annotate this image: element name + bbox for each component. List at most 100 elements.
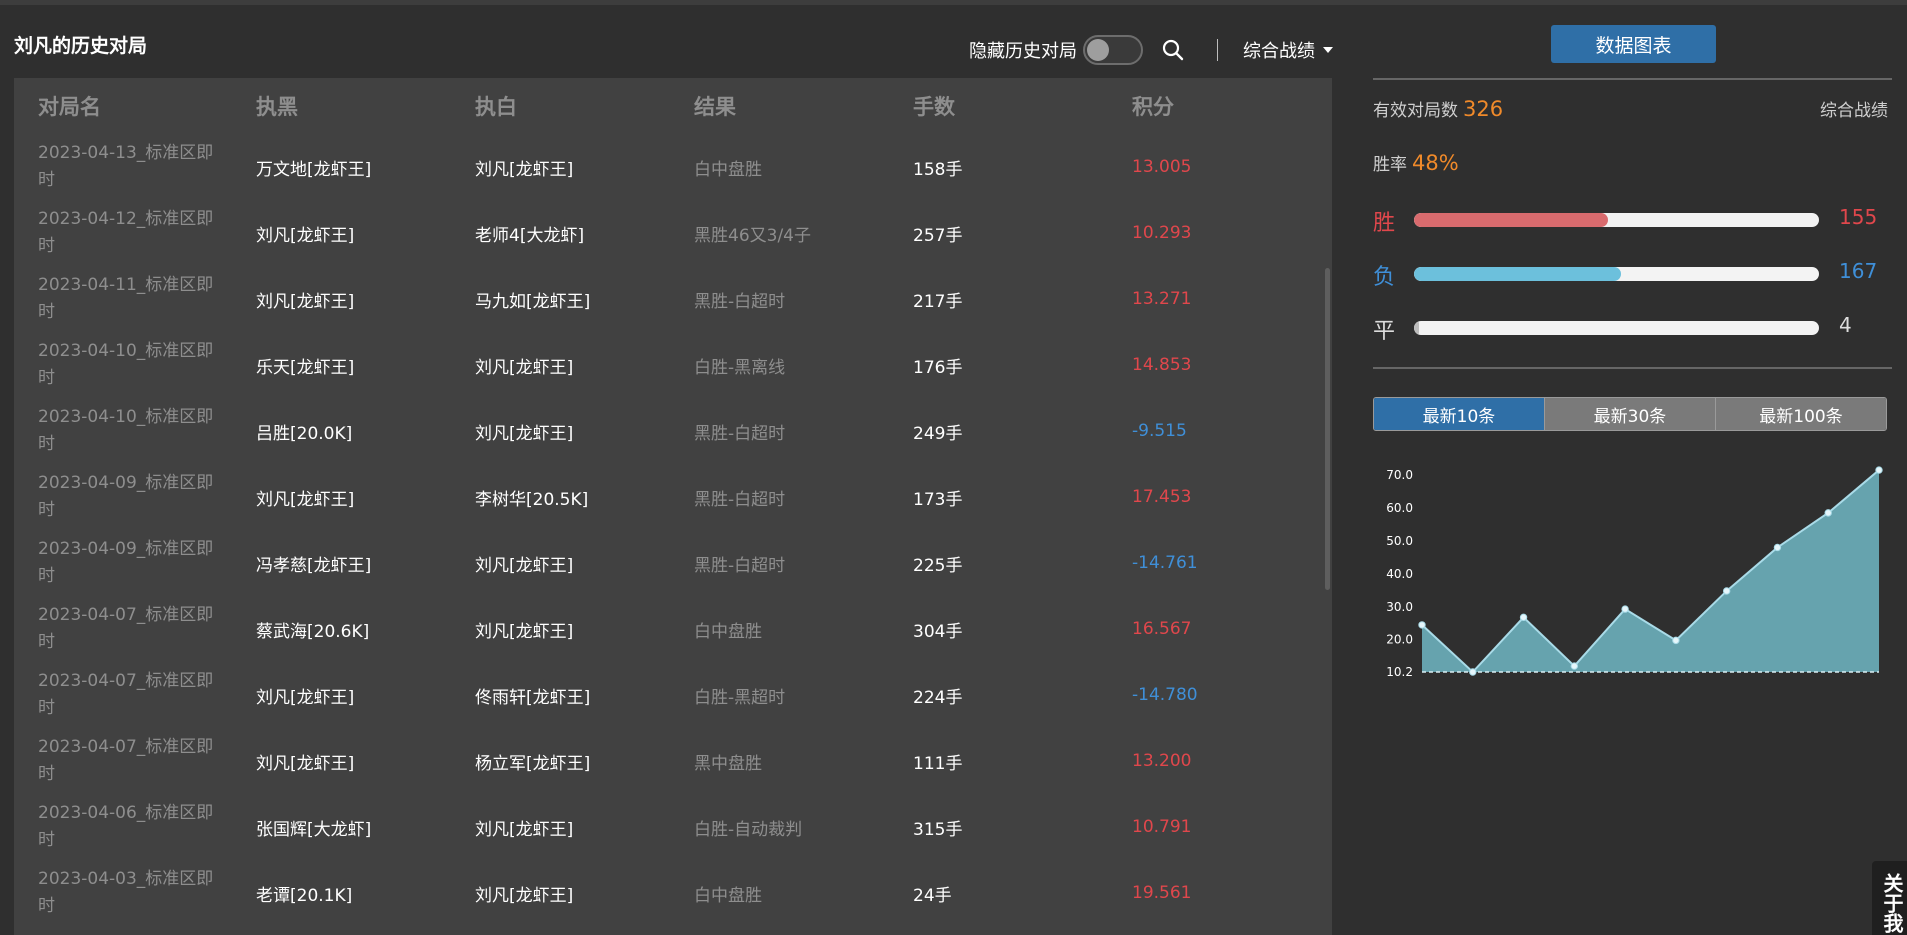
cell-white-player[interactable]: 刘凡[龙虾王] xyxy=(475,332,573,398)
y-tick-label: 50.0 xyxy=(1386,534,1413,548)
cell-black-player[interactable]: 刘凡[龙虾王] xyxy=(256,464,354,530)
divider-bottom xyxy=(1373,367,1892,369)
cell-white-player[interactable]: 马九如[龙虾王] xyxy=(475,266,590,332)
th-white[interactable]: 执白 xyxy=(475,91,517,121)
th-score[interactable]: 积分 xyxy=(1132,91,1174,121)
cell-score: 13.271 xyxy=(1132,289,1192,309)
scrollbar-thumb[interactable] xyxy=(1325,268,1330,590)
record-bar-row: 平4 xyxy=(1373,313,1892,344)
cell-white-player[interactable]: 刘凡[龙虾王] xyxy=(475,794,573,860)
data-point[interactable] xyxy=(1621,605,1629,613)
range-tab[interactable]: 最新100条 xyxy=(1715,398,1886,430)
table-row[interactable]: 2023-04-03_标准区即时 老谭[20.1K] 刘凡[龙虾王] 白中盘胜 24手 1… xyxy=(14,860,1332,926)
record-bar-row: 胜 155 xyxy=(1373,205,1892,236)
overall-record-dropdown[interactable]: 综合战绩 xyxy=(1243,37,1333,63)
th-moves[interactable]: 手数 xyxy=(913,91,955,121)
search-icon[interactable] xyxy=(1161,38,1185,62)
cell-white-player[interactable]: 老师4[大龙虾] xyxy=(475,200,584,266)
range-tabs: 最新10条 最新30条 最新100条 xyxy=(1373,397,1887,431)
data-point[interactable] xyxy=(1722,587,1731,595)
data-point[interactable] xyxy=(1773,543,1782,552)
record-bar-fill xyxy=(1414,267,1621,281)
cell-white-player[interactable]: 杨立军[龙虾王] xyxy=(475,728,590,794)
cell-moves: 173手 xyxy=(913,489,963,510)
toolbar-divider xyxy=(1217,39,1218,61)
top-strip xyxy=(0,0,1907,5)
table-row[interactable]: 2023-04-07_标准区即时 蔡武海[20.6K] 刘凡[龙虾王] 白中盘胜 304… xyxy=(14,596,1332,662)
cell-score: -14.780 xyxy=(1132,685,1198,705)
cell-white-player[interactable]: 佟雨轩[龙虾王] xyxy=(475,662,590,728)
cell-moves: 158手 xyxy=(913,159,963,180)
cell-black-player[interactable]: 张国辉[大龙虾] xyxy=(256,794,371,860)
valid-games-label: 有效对局数 xyxy=(1373,101,1458,121)
record-bar-fill xyxy=(1414,321,1419,335)
cell-game-name: 2023-04-09_标准区即时 xyxy=(38,473,214,520)
cell-score: 16.567 xyxy=(1132,619,1192,639)
range-tab[interactable]: 最新30条 xyxy=(1544,398,1715,430)
record-bar-track xyxy=(1414,213,1819,227)
data-point[interactable] xyxy=(1672,636,1680,645)
table-row[interactable]: 2023-04-07_标准区即时 刘凡[龙虾王] 佟雨轩[龙虾王] 白胜-黑超时 224… xyxy=(14,662,1332,728)
cell-game-name: 2023-04-12_标准区即时 xyxy=(38,209,214,256)
cell-white-player[interactable]: 刘凡[龙虾王] xyxy=(475,134,573,200)
table-row[interactable]: 2023-04-06_标准区即时 张国辉[大龙虾] 刘凡[龙虾王] 白胜-自动裁判 31… xyxy=(14,794,1332,860)
cell-black-player[interactable]: 刘凡[龙虾王] xyxy=(256,266,354,332)
cell-game-name: 2023-04-06_标准区即时 xyxy=(38,803,214,850)
cell-score: 19.561 xyxy=(1132,883,1192,903)
cell-white-player[interactable]: 刘凡[龙虾王] xyxy=(475,596,573,662)
th-result[interactable]: 结果 xyxy=(694,91,736,121)
y-tick-label: 70.0 xyxy=(1386,468,1413,482)
cell-result: 黑中盘胜 xyxy=(694,753,762,774)
caret-down-icon xyxy=(1323,47,1333,53)
th-black[interactable]: 执黑 xyxy=(256,91,298,121)
cell-black-player[interactable]: 乐天[龙虾王] xyxy=(256,332,354,398)
toggle-knob xyxy=(1087,39,1109,61)
data-point[interactable] xyxy=(1824,509,1832,517)
data-point[interactable] xyxy=(1418,621,1426,629)
th-game-name[interactable]: 对局名 xyxy=(38,91,101,121)
cell-game-name: 2023-04-10_标准区即时 xyxy=(38,407,214,454)
hide-history-label: 隐藏历史对局 xyxy=(969,41,1077,62)
table-row[interactable]: 2023-04-09_标准区即时 冯孝慈[龙虾王] 刘凡[龙虾王] 黑胜-白超时 225… xyxy=(14,530,1332,596)
cell-result: 黑胜-白超时 xyxy=(694,291,786,312)
data-chart-button[interactable]: 数据图表 xyxy=(1551,25,1716,63)
cell-black-player[interactable]: 刘凡[龙虾王] xyxy=(256,662,354,728)
valid-games-value: 326 xyxy=(1463,97,1504,121)
cell-black-player[interactable]: 刘凡[龙虾王] xyxy=(256,200,354,266)
table-row[interactable]: 2023-04-07_标准区即时 刘凡[龙虾王] 杨立军[龙虾王] 黑中盘胜 111手 1… xyxy=(14,728,1332,794)
cell-game-name: 2023-04-07_标准区即时 xyxy=(38,671,214,718)
table-row[interactable]: 2023-04-13_标准区即时 万文地[龙虾王] 刘凡[龙虾王] 白中盘胜 158手 1… xyxy=(14,134,1332,200)
cell-white-player[interactable]: 刘凡[龙虾王] xyxy=(475,398,573,464)
table-scrollbar[interactable] xyxy=(1324,134,1332,934)
hide-history-toggle[interactable] xyxy=(1083,35,1143,65)
data-point[interactable] xyxy=(1570,662,1579,670)
win-rate-stat: 胜率 48% xyxy=(1373,150,1459,175)
cell-game-name: 2023-04-10_标准区即时 xyxy=(38,341,214,388)
table-row[interactable]: 2023-04-11_标准区即时 刘凡[龙虾王] 马九如[龙虾王] 黑胜-白超时 217… xyxy=(14,266,1332,332)
table-row[interactable]: 2023-04-09_标准区即时 刘凡[龙虾王] 李树华[20.5K] 黑胜-白超时 1… xyxy=(14,464,1332,530)
cell-game-name: 2023-04-03_标准区即时 xyxy=(38,869,214,916)
data-point[interactable] xyxy=(1519,613,1528,622)
cell-black-player[interactable]: 万文地[龙虾王] xyxy=(256,134,371,200)
cell-black-player[interactable]: 冯孝慈[龙虾王] xyxy=(256,530,371,596)
record-bar-track xyxy=(1414,321,1819,335)
cell-black-player[interactable]: 蔡武海[20.6K] xyxy=(256,596,369,662)
record-bar-label: 平 xyxy=(1373,319,1396,344)
cell-score: 13.200 xyxy=(1132,751,1192,771)
trend-area xyxy=(1422,470,1879,672)
cell-moves: 111手 xyxy=(913,753,963,774)
cell-black-player[interactable]: 老谭[20.1K] xyxy=(256,860,352,926)
cell-black-player[interactable]: 刘凡[龙虾王] xyxy=(256,728,354,794)
data-point[interactable] xyxy=(1469,668,1477,676)
cell-white-player[interactable]: 刘凡[龙虾王] xyxy=(475,530,573,596)
range-tab[interactable]: 最新10条 xyxy=(1374,398,1544,430)
table-row[interactable]: 2023-04-10_标准区即时 吕胜[20.0K] 刘凡[龙虾王] 黑胜-白超时 24… xyxy=(14,398,1332,464)
cell-black-player[interactable]: 吕胜[20.0K] xyxy=(256,398,352,464)
cell-moves: 224手 xyxy=(913,687,963,708)
cell-white-player[interactable]: 李树华[20.5K] xyxy=(475,464,588,530)
cell-white-player[interactable]: 刘凡[龙虾王] xyxy=(475,860,573,926)
about-me-button[interactable]: 关于我 xyxy=(1872,861,1907,935)
table-row[interactable]: 2023-04-10_标准区即时 乐天[龙虾王] 刘凡[龙虾王] 白胜-黑离线 176手… xyxy=(14,332,1332,398)
data-point[interactable] xyxy=(1875,466,1883,474)
table-row[interactable]: 2023-04-12_标准区即时 刘凡[龙虾王] 老师4[大龙虾] 黑胜46又3/4子… xyxy=(14,200,1332,266)
